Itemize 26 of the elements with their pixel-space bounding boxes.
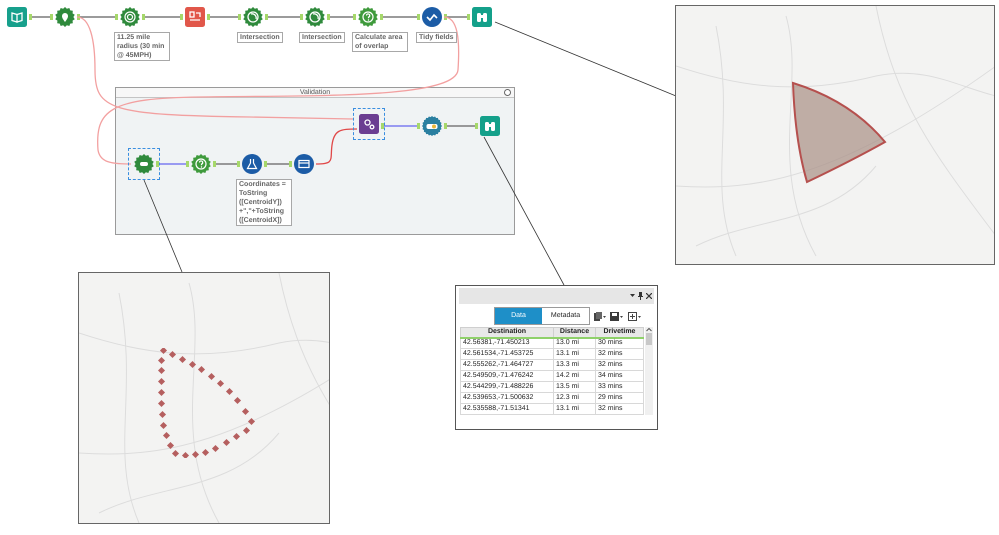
- pin-icon[interactable]: [638, 292, 643, 300]
- polygon-icon[interactable]: [134, 154, 154, 174]
- flask-icon[interactable]: [242, 154, 262, 174]
- collapse-icon[interactable]: [504, 89, 511, 96]
- copy-icon[interactable]: [594, 312, 606, 320]
- target-icon[interactable]: [120, 7, 140, 27]
- binoculars-icon[interactable]: [480, 116, 500, 136]
- map-pin-icon[interactable]: [55, 7, 75, 27]
- export-icon[interactable]: [628, 312, 642, 320]
- close-icon[interactable]: [646, 293, 652, 299]
- connector-line: [29, 14, 53, 20]
- question-mark-icon[interactable]: [191, 154, 211, 174]
- check-icon[interactable]: [422, 7, 442, 27]
- car-icon[interactable]: [422, 116, 442, 136]
- book-icon[interactable]: [7, 7, 27, 27]
- scroll-thumb[interactable]: [646, 333, 652, 345]
- gears-icon[interactable]: [359, 114, 379, 134]
- caret-icon[interactable]: [630, 294, 635, 298]
- overlap-icon[interactable]: [305, 7, 325, 27]
- scrollbar[interactable]: [645, 327, 653, 415]
- table-icon[interactable]: [294, 154, 314, 174]
- scroll-up-icon[interactable]: [646, 327, 652, 333]
- overlap-icon[interactable]: [243, 7, 263, 27]
- question-mark-icon[interactable]: [358, 7, 378, 27]
- save-icon[interactable]: [610, 312, 624, 320]
- binoculars-icon[interactable]: [472, 7, 492, 27]
